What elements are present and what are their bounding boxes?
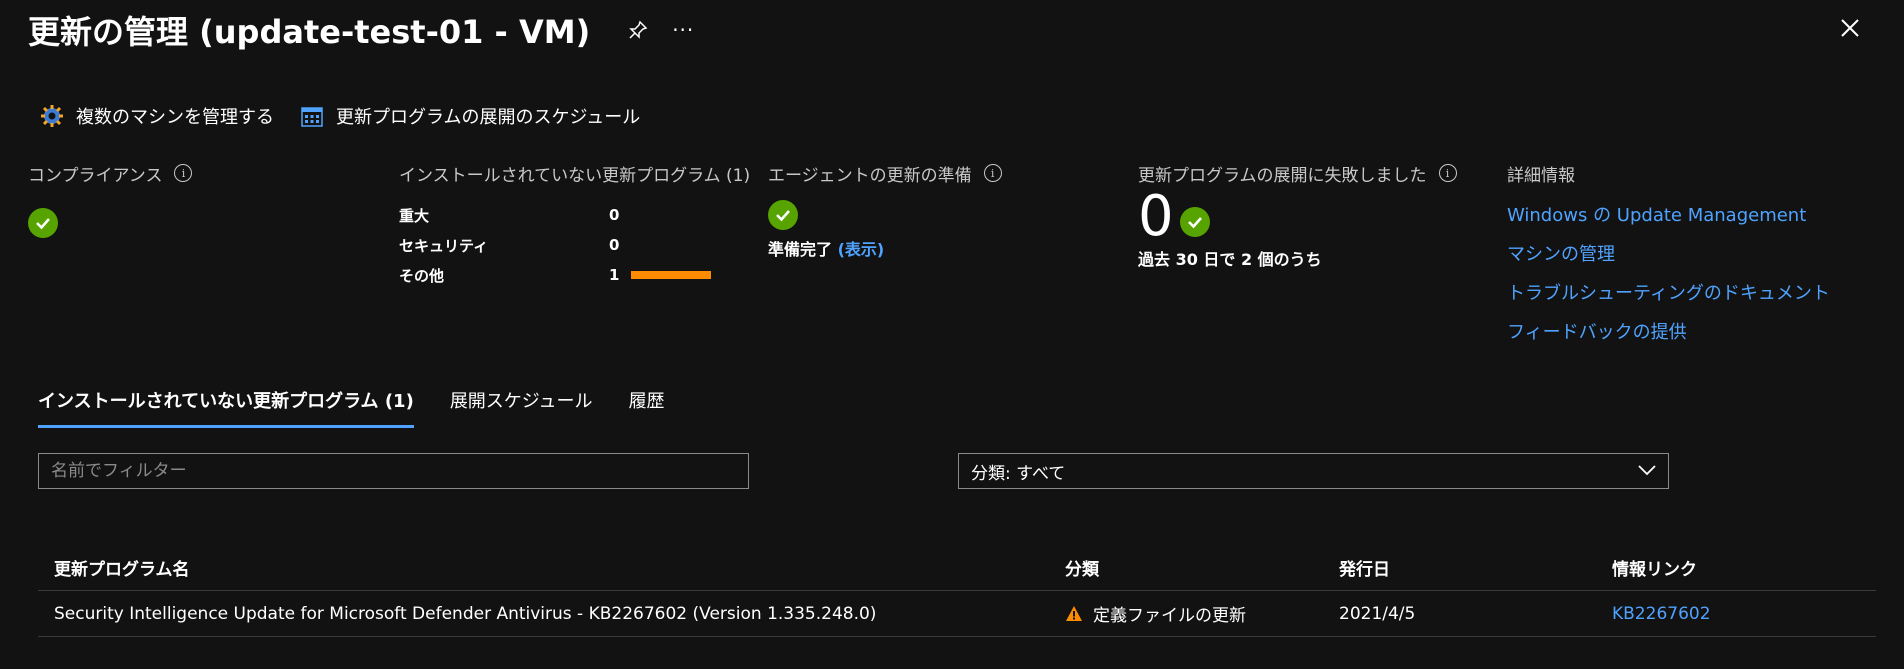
link-manage-machines[interactable]: マシンの管理	[1507, 235, 1830, 274]
tab-missing-updates[interactable]: インストールされていない更新プログラム (1)	[38, 386, 414, 428]
severity-row-other: その他 1	[399, 260, 750, 290]
link-provide-feedback[interactable]: フィードバックの提供	[1507, 313, 1830, 352]
severity-count: 0	[609, 206, 620, 224]
column-header-published-date[interactable]: 発行日	[1339, 555, 1612, 580]
command-bar: 複数のマシンを管理する 更新プログラムの展開のスケジュール	[38, 100, 664, 132]
info-icon[interactable]: i	[1438, 164, 1457, 182]
column-header-classification[interactable]: 分類	[1065, 555, 1339, 580]
classification-cell: 定義ファイルの更新	[1065, 601, 1339, 626]
page-title: 更新の管理 (update-test-01 - VM)	[28, 13, 591, 51]
failed-deployments-title: 更新プログラムの展開に失敗しました	[1138, 165, 1427, 186]
failed-deployments-tile: 更新プログラムの展開に失敗しました i 0 過去 30 日で 2 個のうち	[1138, 160, 1457, 270]
page-header: 更新の管理 (update-test-01 - VM) ···	[28, 10, 694, 51]
check-icon	[28, 208, 58, 238]
table-row[interactable]: Security Intelligence Update for Microso…	[38, 591, 1876, 637]
warning-icon	[1065, 605, 1083, 623]
calendar-icon	[298, 102, 326, 130]
tab-deployment-schedules[interactable]: 展開スケジュール	[450, 386, 593, 428]
manage-multiple-machines-button[interactable]: 複数のマシンを管理する	[38, 102, 274, 130]
schedule-update-deployment-button[interactable]: 更新プログラムの展開のスケジュール	[298, 102, 640, 130]
kb-info-link[interactable]: KB2267602	[1612, 604, 1711, 624]
filter-by-name-input[interactable]	[38, 453, 749, 489]
severity-row-security: セキュリティ 0	[399, 230, 750, 260]
table-header: 更新プログラム名 分類 発行日 情報リンク	[38, 545, 1876, 591]
failed-count: 0	[1138, 184, 1174, 249]
agent-show-link[interactable]: (表示)	[838, 240, 885, 259]
close-icon[interactable]	[1836, 14, 1864, 42]
tab-bar: インストールされていない更新プログラム (1) 展開スケジュール 履歴	[38, 386, 701, 428]
missing-updates-table: 更新プログラム名 分類 発行日 情報リンク Security Intellige…	[38, 545, 1876, 637]
severity-name: セキュリティ	[399, 236, 489, 255]
agent-status-text: 準備完了	[768, 240, 833, 259]
agent-readiness-tile: エージェントの更新の準備 i 準備完了 (表示)	[768, 160, 1002, 260]
more-options-icon[interactable]: ···	[672, 20, 694, 40]
severity-list: 重大 0 セキュリティ 0 その他 1	[399, 200, 750, 290]
manage-multiple-machines-label: 複数のマシンを管理する	[76, 107, 274, 128]
severity-count: 1	[609, 266, 620, 284]
severity-bar	[631, 271, 711, 279]
failed-subtitle: 過去 30 日で 2 個のうち	[1138, 250, 1322, 269]
link-troubleshooting-docs[interactable]: トラブルシューティングのドキュメント	[1507, 274, 1830, 313]
chevron-down-icon	[1638, 461, 1656, 481]
compliance-title: コンプライアンス	[28, 165, 163, 186]
schedule-update-deployment-label: 更新プログラムの展開のスケジュール	[336, 107, 641, 128]
missing-updates-title: インストールされていない更新プログラム (1)	[399, 165, 751, 186]
column-header-info-link[interactable]: 情報リンク	[1612, 555, 1876, 580]
pin-icon[interactable]	[624, 16, 652, 44]
column-header-update-name[interactable]: 更新プログラム名	[38, 555, 1065, 580]
update-name-cell: Security Intelligence Update for Microso…	[54, 603, 877, 624]
info-icon[interactable]: i	[983, 164, 1002, 182]
compliance-tile: コンプライアンス i	[28, 160, 193, 238]
gear-icon	[38, 102, 66, 130]
classification-dropdown[interactable]: 分類: すべて	[958, 453, 1669, 489]
published-date-cell: 2021/4/5	[1339, 603, 1416, 624]
classification-selected: 分類: すべて	[971, 463, 1066, 484]
check-icon	[1179, 207, 1210, 237]
info-icon[interactable]: i	[174, 164, 193, 182]
severity-name: 重大	[399, 206, 430, 225]
severity-name: その他	[399, 266, 445, 285]
classification-text: 定義ファイルの更新	[1093, 606, 1246, 626]
tab-history[interactable]: 履歴	[629, 386, 665, 428]
details-tile: 詳細情報 Windows の Update Management マシンの管理 …	[1507, 160, 1830, 352]
details-title: 詳細情報	[1507, 165, 1575, 186]
link-update-management-windows[interactable]: Windows の Update Management	[1507, 196, 1830, 235]
agent-readiness-title: エージェントの更新の準備	[768, 165, 972, 186]
severity-count: 0	[609, 236, 620, 254]
check-icon	[768, 200, 798, 230]
severity-row-critical: 重大 0	[399, 200, 750, 230]
update-management-page: 更新の管理 (update-test-01 - VM) ··· 複数のマシンを管…	[0, 0, 1904, 669]
agent-readiness-status: 準備完了 (表示)	[768, 236, 1002, 260]
missing-updates-tile: インストールされていない更新プログラム (1) 重大 0 セキュリティ 0 その…	[399, 160, 750, 290]
